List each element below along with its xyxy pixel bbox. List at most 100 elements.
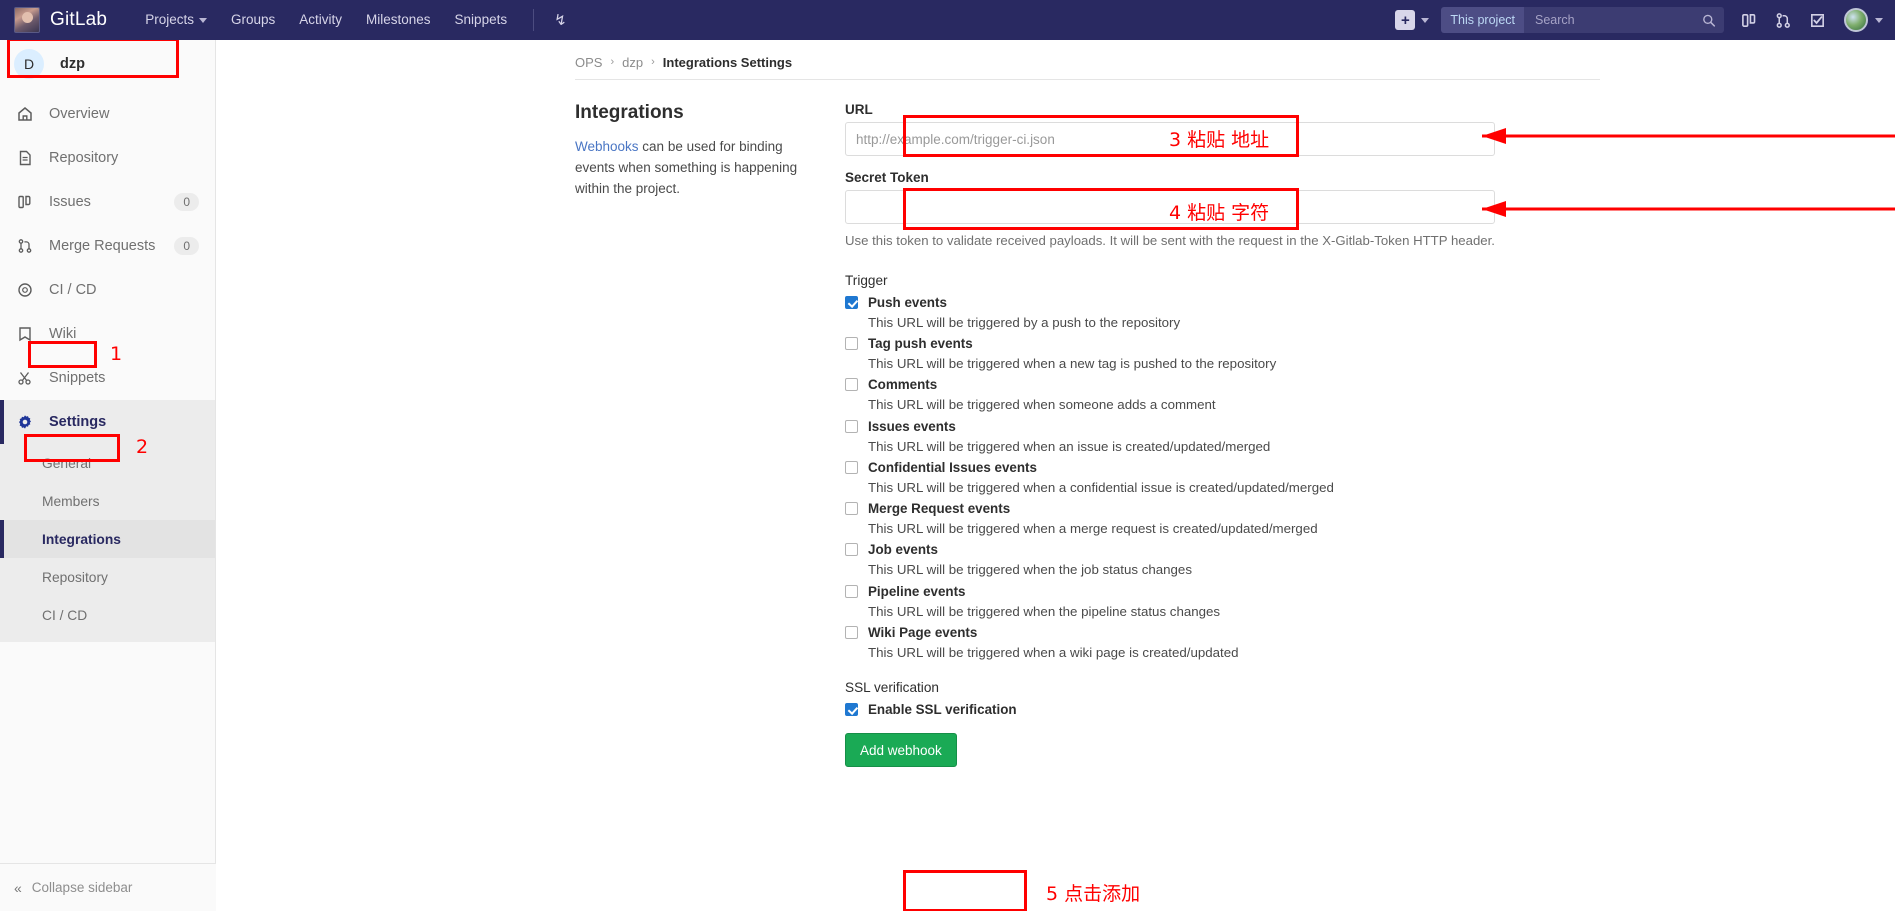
issues-events-description: This URL will be triggered when an issue… xyxy=(868,438,1271,454)
breadcrumb-current-page: Integrations Settings xyxy=(662,54,793,70)
topnav-item-projects[interactable]: Projects xyxy=(133,0,219,40)
issues-events-checkbox[interactable] xyxy=(845,419,858,433)
issues-events-label[interactable]: Issues events xyxy=(868,419,956,434)
sidebar-item-label: Wiki xyxy=(49,326,77,342)
pipeline-events-checkbox[interactable] xyxy=(845,584,858,598)
topnav-item-groups[interactable]: Groups xyxy=(219,0,287,40)
merge-request-events-label[interactable]: Merge Request events xyxy=(868,501,1010,516)
issue-boards-icon[interactable] xyxy=(1741,12,1758,29)
merge-requests-icon[interactable] xyxy=(1775,12,1792,29)
search-input[interactable] xyxy=(1533,12,1703,28)
confidential-issues-events-checkbox[interactable] xyxy=(845,460,858,474)
sidebar-item-issues[interactable]: Issues 0 xyxy=(0,180,215,224)
breadcrumb-project[interactable]: dzp xyxy=(622,55,643,70)
webhooks-link[interactable]: Webhooks xyxy=(575,139,639,154)
job-events-label[interactable]: Job events xyxy=(868,542,938,557)
push-events-label[interactable]: Push events xyxy=(868,295,947,310)
search-icon[interactable] xyxy=(1702,13,1716,28)
top-navigation-bar: GitLab Projects Groups Activity Mileston… xyxy=(0,0,1895,40)
sidebar-item-repository[interactable]: Repository xyxy=(0,136,215,180)
search-scope-button[interactable]: This project xyxy=(1441,7,1524,33)
topnav-item-milestones[interactable]: Milestones xyxy=(354,0,443,40)
topnav-item-activity[interactable]: Activity xyxy=(287,0,354,40)
enable-ssl-verification-checkbox[interactable] xyxy=(845,703,858,717)
new-item-button[interactable]: + xyxy=(1395,10,1416,30)
collapse-sidebar-button[interactable]: « Collapse sidebar xyxy=(0,863,216,911)
enable-ssl-verification-label[interactable]: Enable SSL verification xyxy=(868,702,1017,717)
brand-name: GitLab xyxy=(50,9,108,30)
breadcrumb: OPS › dzp › Integrations Settings xyxy=(216,47,1895,77)
job-events-checkbox[interactable] xyxy=(845,543,858,557)
sidebar-project-header[interactable]: D dzp xyxy=(0,40,215,88)
project-avatar: D xyxy=(14,49,44,79)
ssl-section-label: SSL verification xyxy=(845,680,939,696)
confidential-issues-events-label[interactable]: Confidential Issues events xyxy=(868,460,1037,475)
sidebar-item-label: Issues xyxy=(49,194,91,210)
pipeline-events-label[interactable]: Pipeline events xyxy=(868,584,966,599)
home-icon xyxy=(14,106,36,122)
project-sidebar: D dzp Overview Repository Issues 0 Merge… xyxy=(0,40,216,911)
url-field-label: URL xyxy=(845,102,873,117)
issues-count-badge: 0 xyxy=(174,193,199,211)
topnav-item-snippets[interactable]: Snippets xyxy=(443,0,520,40)
trigger-row-confidential-issues-events: Confidential Issues events This URL will… xyxy=(845,460,1495,497)
comments-checkbox[interactable] xyxy=(845,378,858,392)
sidebar-item-ci-cd[interactable]: CI / CD xyxy=(0,268,215,312)
todos-icon[interactable] xyxy=(1809,12,1826,29)
sidebar-item-label: Repository xyxy=(49,150,119,166)
section-description-column: Integrations Webhooks can be used for bi… xyxy=(575,102,845,767)
top-nav-right-cluster: + This project xyxy=(1395,0,1895,40)
gitlab-brand[interactable]: GitLab xyxy=(14,7,107,33)
merge-request-glyph-icon[interactable]: ↯ xyxy=(554,11,567,29)
top-nav-links: Projects Groups Activity Milestones Snip… xyxy=(133,0,567,40)
user-menu[interactable] xyxy=(1844,8,1883,32)
sidebar-subitem-repository[interactable]: Repository xyxy=(0,558,215,596)
sidebar-item-label: Snippets xyxy=(49,370,106,386)
settings-section: Integrations Webhooks can be used for bi… xyxy=(216,80,1895,768)
sidebar-item-label: Settings xyxy=(49,414,107,430)
sidebar-subitem-members[interactable]: Members xyxy=(0,482,215,520)
pipeline-events-description: This URL will be triggered when the pipe… xyxy=(868,603,1221,619)
push-events-checkbox[interactable] xyxy=(845,295,858,309)
breadcrumb-separator-icon: › xyxy=(651,56,655,68)
wiki-page-events-label[interactable]: Wiki Page events xyxy=(868,625,977,640)
project-name: dzp xyxy=(60,56,85,72)
merge-requests-count-badge: 0 xyxy=(174,237,199,255)
tag-push-events-label[interactable]: Tag push events xyxy=(868,336,973,351)
sidebar-item-settings[interactable]: Settings xyxy=(0,400,215,444)
ssl-verification-row: Enable SSL verification xyxy=(845,702,1495,717)
confidential-issues-events-description: This URL will be triggered when a confid… xyxy=(868,479,1334,495)
add-webhook-button[interactable]: Add webhook xyxy=(845,733,957,768)
gitlab-logo-icon xyxy=(14,7,40,33)
avatar xyxy=(1844,8,1868,32)
sidebar-item-wiki[interactable]: Wiki xyxy=(0,312,215,356)
sidebar-item-overview[interactable]: Overview xyxy=(0,92,215,136)
job-events-description: This URL will be triggered when the job … xyxy=(868,562,1192,578)
breadcrumb-group[interactable]: OPS xyxy=(575,55,602,70)
trigger-row-comments: Comments This URL will be triggered when… xyxy=(845,377,1495,414)
wiki-page-events-description: This URL will be triggered when a wiki p… xyxy=(868,644,1239,660)
trigger-row-push-events: Push events This URL will be triggered b… xyxy=(845,295,1495,332)
sidebar-subitem-general[interactable]: General xyxy=(0,444,215,482)
chevron-down-icon[interactable] xyxy=(1421,17,1430,23)
sidebar-subitem-ci-cd[interactable]: CI / CD xyxy=(0,596,215,634)
book-icon xyxy=(14,326,36,342)
issues-icon xyxy=(14,194,36,210)
sidebar-item-snippets[interactable]: Snippets xyxy=(0,356,215,400)
comments-label[interactable]: Comments xyxy=(868,377,937,392)
tag-push-events-checkbox[interactable] xyxy=(845,337,858,351)
wiki-page-events-checkbox[interactable] xyxy=(845,625,858,639)
push-events-description: This URL will be triggered by a push to … xyxy=(868,314,1181,330)
search-box[interactable] xyxy=(1524,7,1724,33)
secret-token-input[interactable] xyxy=(845,190,1495,224)
url-input[interactable] xyxy=(845,122,1495,156)
page-title: Integrations xyxy=(575,102,684,123)
secret-token-help-text: Use this token to validate received payl… xyxy=(845,233,1495,248)
breadcrumb-separator-icon: › xyxy=(610,56,615,68)
topnav-label: Projects xyxy=(145,12,194,27)
merge-icon xyxy=(14,238,36,254)
sidebar-item-label: CI / CD xyxy=(49,282,97,298)
sidebar-subitem-integrations[interactable]: Integrations xyxy=(0,520,215,558)
sidebar-item-merge-requests[interactable]: Merge Requests 0 xyxy=(0,224,215,268)
merge-request-events-checkbox[interactable] xyxy=(845,502,858,516)
